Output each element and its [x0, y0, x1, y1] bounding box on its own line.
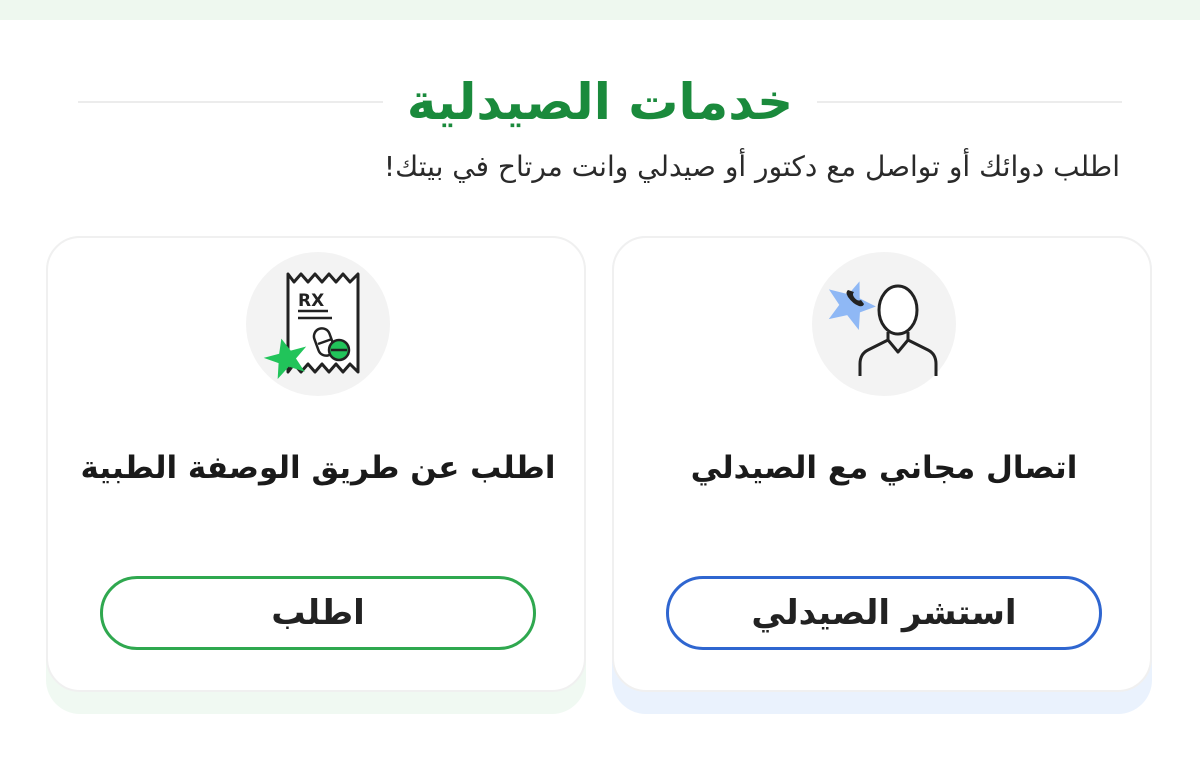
pharmacist-card-shadow: اتصال مجاني مع الصيدلي استشر الصيدلي: [612, 236, 1152, 714]
consult-pharmacist-button[interactable]: استشر الصيدلي: [666, 576, 1102, 650]
prescription-card-shadow: RX اطلب عن طريق الوصفة الطبية اطلب: [46, 236, 586, 714]
prescription-icon: RX: [246, 252, 390, 396]
top-strip: [0, 0, 1200, 20]
section-title: خدمات الصيدلية: [406, 73, 794, 131]
section-subtitle: اطلب دوائك أو تواصل مع دكتور أو صيدلي وا…: [383, 150, 1120, 183]
section-header: خدمات الصيدلية: [78, 62, 1122, 142]
rx-label: RX: [298, 291, 324, 311]
divider-right: [817, 101, 1122, 103]
order-button[interactable]: اطلب: [100, 576, 536, 650]
divider-left: [78, 101, 383, 103]
prescription-card: RX اطلب عن طريق الوصفة الطبية اطلب: [46, 236, 586, 692]
prescription-card-title: اطلب عن طريق الوصفة الطبية: [80, 450, 556, 486]
pharmacist-card: اتصال مجاني مع الصيدلي استشر الصيدلي: [612, 236, 1152, 692]
pharmacist-call-icon: [812, 252, 956, 396]
pharmacist-card-title: اتصال مجاني مع الصيدلي: [690, 450, 1078, 486]
